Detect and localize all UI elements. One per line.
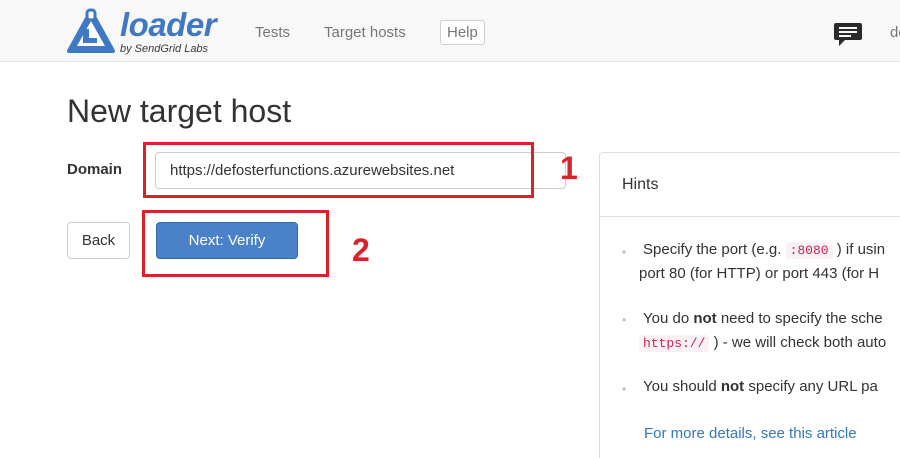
chat-bubble-icon[interactable] (833, 21, 863, 47)
loader-logo-icon (67, 8, 115, 53)
annotation-box-1 (143, 142, 534, 198)
hint-scheme-line2: https:// ) - we will check both auto (639, 334, 886, 352)
bullet-icon: • (622, 245, 627, 259)
bullet-icon: • (622, 382, 627, 396)
more-details-link[interactable]: For more details, see this article (644, 425, 857, 442)
help-button[interactable]: Help (440, 20, 485, 45)
hints-panel-heading: Hints (600, 153, 900, 217)
annotation-box-2 (142, 210, 329, 277)
scheme-code: https:// (639, 335, 710, 352)
annotation-number-2: 2 (352, 232, 370, 268)
hints-panel: Hints • Specify the port (e.g. :8080 ) i… (599, 152, 900, 458)
hint-port-line2: port 80 (for HTTP) or port 443 (for H (639, 265, 880, 282)
domain-label: Domain (67, 161, 123, 178)
annotation-number-1: 1 (560, 150, 578, 186)
hint-port-line1: Specify the port (e.g. :8080 ) if usin (643, 241, 886, 259)
port-code: :8080 (785, 242, 833, 259)
nav-link-target-hosts[interactable]: Target hosts (324, 24, 406, 41)
nav-link-tests[interactable]: Tests (255, 24, 290, 41)
logo-subtext: by SendGrid Labs (120, 43, 209, 55)
user-menu[interactable]: de (890, 24, 900, 41)
brand-logo[interactable]: loader by SendGrid Labs (66, 6, 226, 56)
logo-text: loader (120, 6, 217, 43)
hints-title: Hints (622, 176, 659, 193)
hint-scheme-line1: You do not need to specify the sche (643, 310, 883, 327)
navbar: loader by SendGrid Labs Tests Target hos… (0, 0, 900, 62)
back-button[interactable]: Back (67, 222, 130, 259)
hint-url-path: You should not specify any URL pa (643, 378, 878, 395)
bullet-icon: • (622, 313, 627, 327)
page-title: New target host (67, 93, 292, 129)
